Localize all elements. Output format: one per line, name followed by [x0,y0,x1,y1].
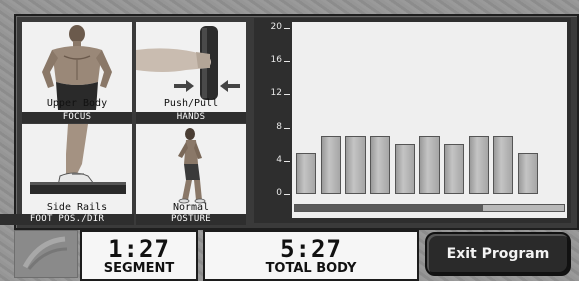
brand-logo [14,230,78,278]
chart-bar [468,135,489,194]
foot-position-tile-label: Side Rails [46,202,108,213]
segment-time-box: 1:27 SEGMENT [80,230,198,281]
chart-bar [296,152,317,194]
chart-bar [345,135,366,194]
normal-posture-figure-icon [178,128,206,204]
posture-tile[interactable]: Normal [136,124,246,214]
y-tick-mark [284,94,290,96]
chart-bar [444,144,465,194]
logo-icon [22,236,68,270]
y-tick-label: 8 [276,121,282,132]
push-pull-hands-icon [136,26,240,100]
hands-tile-label: Push/Pull [163,98,219,109]
y-tick-label: 0 [276,188,282,198]
total-time: 5:27 [280,235,342,263]
side-rails-foot-icon [30,124,126,194]
y-tick-mark [284,160,290,162]
segment-time: 1:27 [108,235,170,263]
total-time-box: 5:27 TOTAL BODY [203,230,419,281]
hands-caption: HANDS [136,112,246,123]
y-tick-label: 20 [270,22,282,32]
chart-layer: 20 16 12 8 4 0 [254,18,571,223]
chart-bar [419,135,440,194]
foot-position-tile[interactable]: Side Rails [22,124,132,214]
posture-caption: POSTURE [136,214,246,225]
chart-bar [394,144,415,194]
workout-progress-fill [295,205,484,211]
focus-tile-label: Upper Body [46,98,108,109]
y-tick-mark [284,28,290,29]
posture-tile-label: Normal [172,202,210,213]
chart-bar [320,135,342,194]
y-tick-label: 16 [270,55,282,66]
total-label: TOTAL BODY [265,261,357,276]
upper-body-figure-icon [42,25,112,110]
y-tick-mark [284,127,290,129]
workout-profile-chart: 20 16 12 8 4 0 [254,18,571,223]
hands-tile[interactable]: Push/Pull [136,22,246,122]
foot-position-caption: FOOT POS./DIR [0,214,134,225]
y-tick-mark [284,194,290,195]
focus-tile[interactable]: Upper Body [22,22,132,122]
y-tick-mark [284,61,290,63]
workout-progress-bar [294,204,565,212]
focus-caption: FOCUS [22,112,132,123]
exit-program-button[interactable]: Exit Program [425,232,571,276]
chart-bar [370,135,391,194]
chart-bar [517,152,539,194]
y-tick-label: 4 [276,154,282,165]
y-tick-label: 12 [270,88,282,99]
chart-bar [493,135,514,194]
segment-label: SEGMENT [103,261,175,276]
